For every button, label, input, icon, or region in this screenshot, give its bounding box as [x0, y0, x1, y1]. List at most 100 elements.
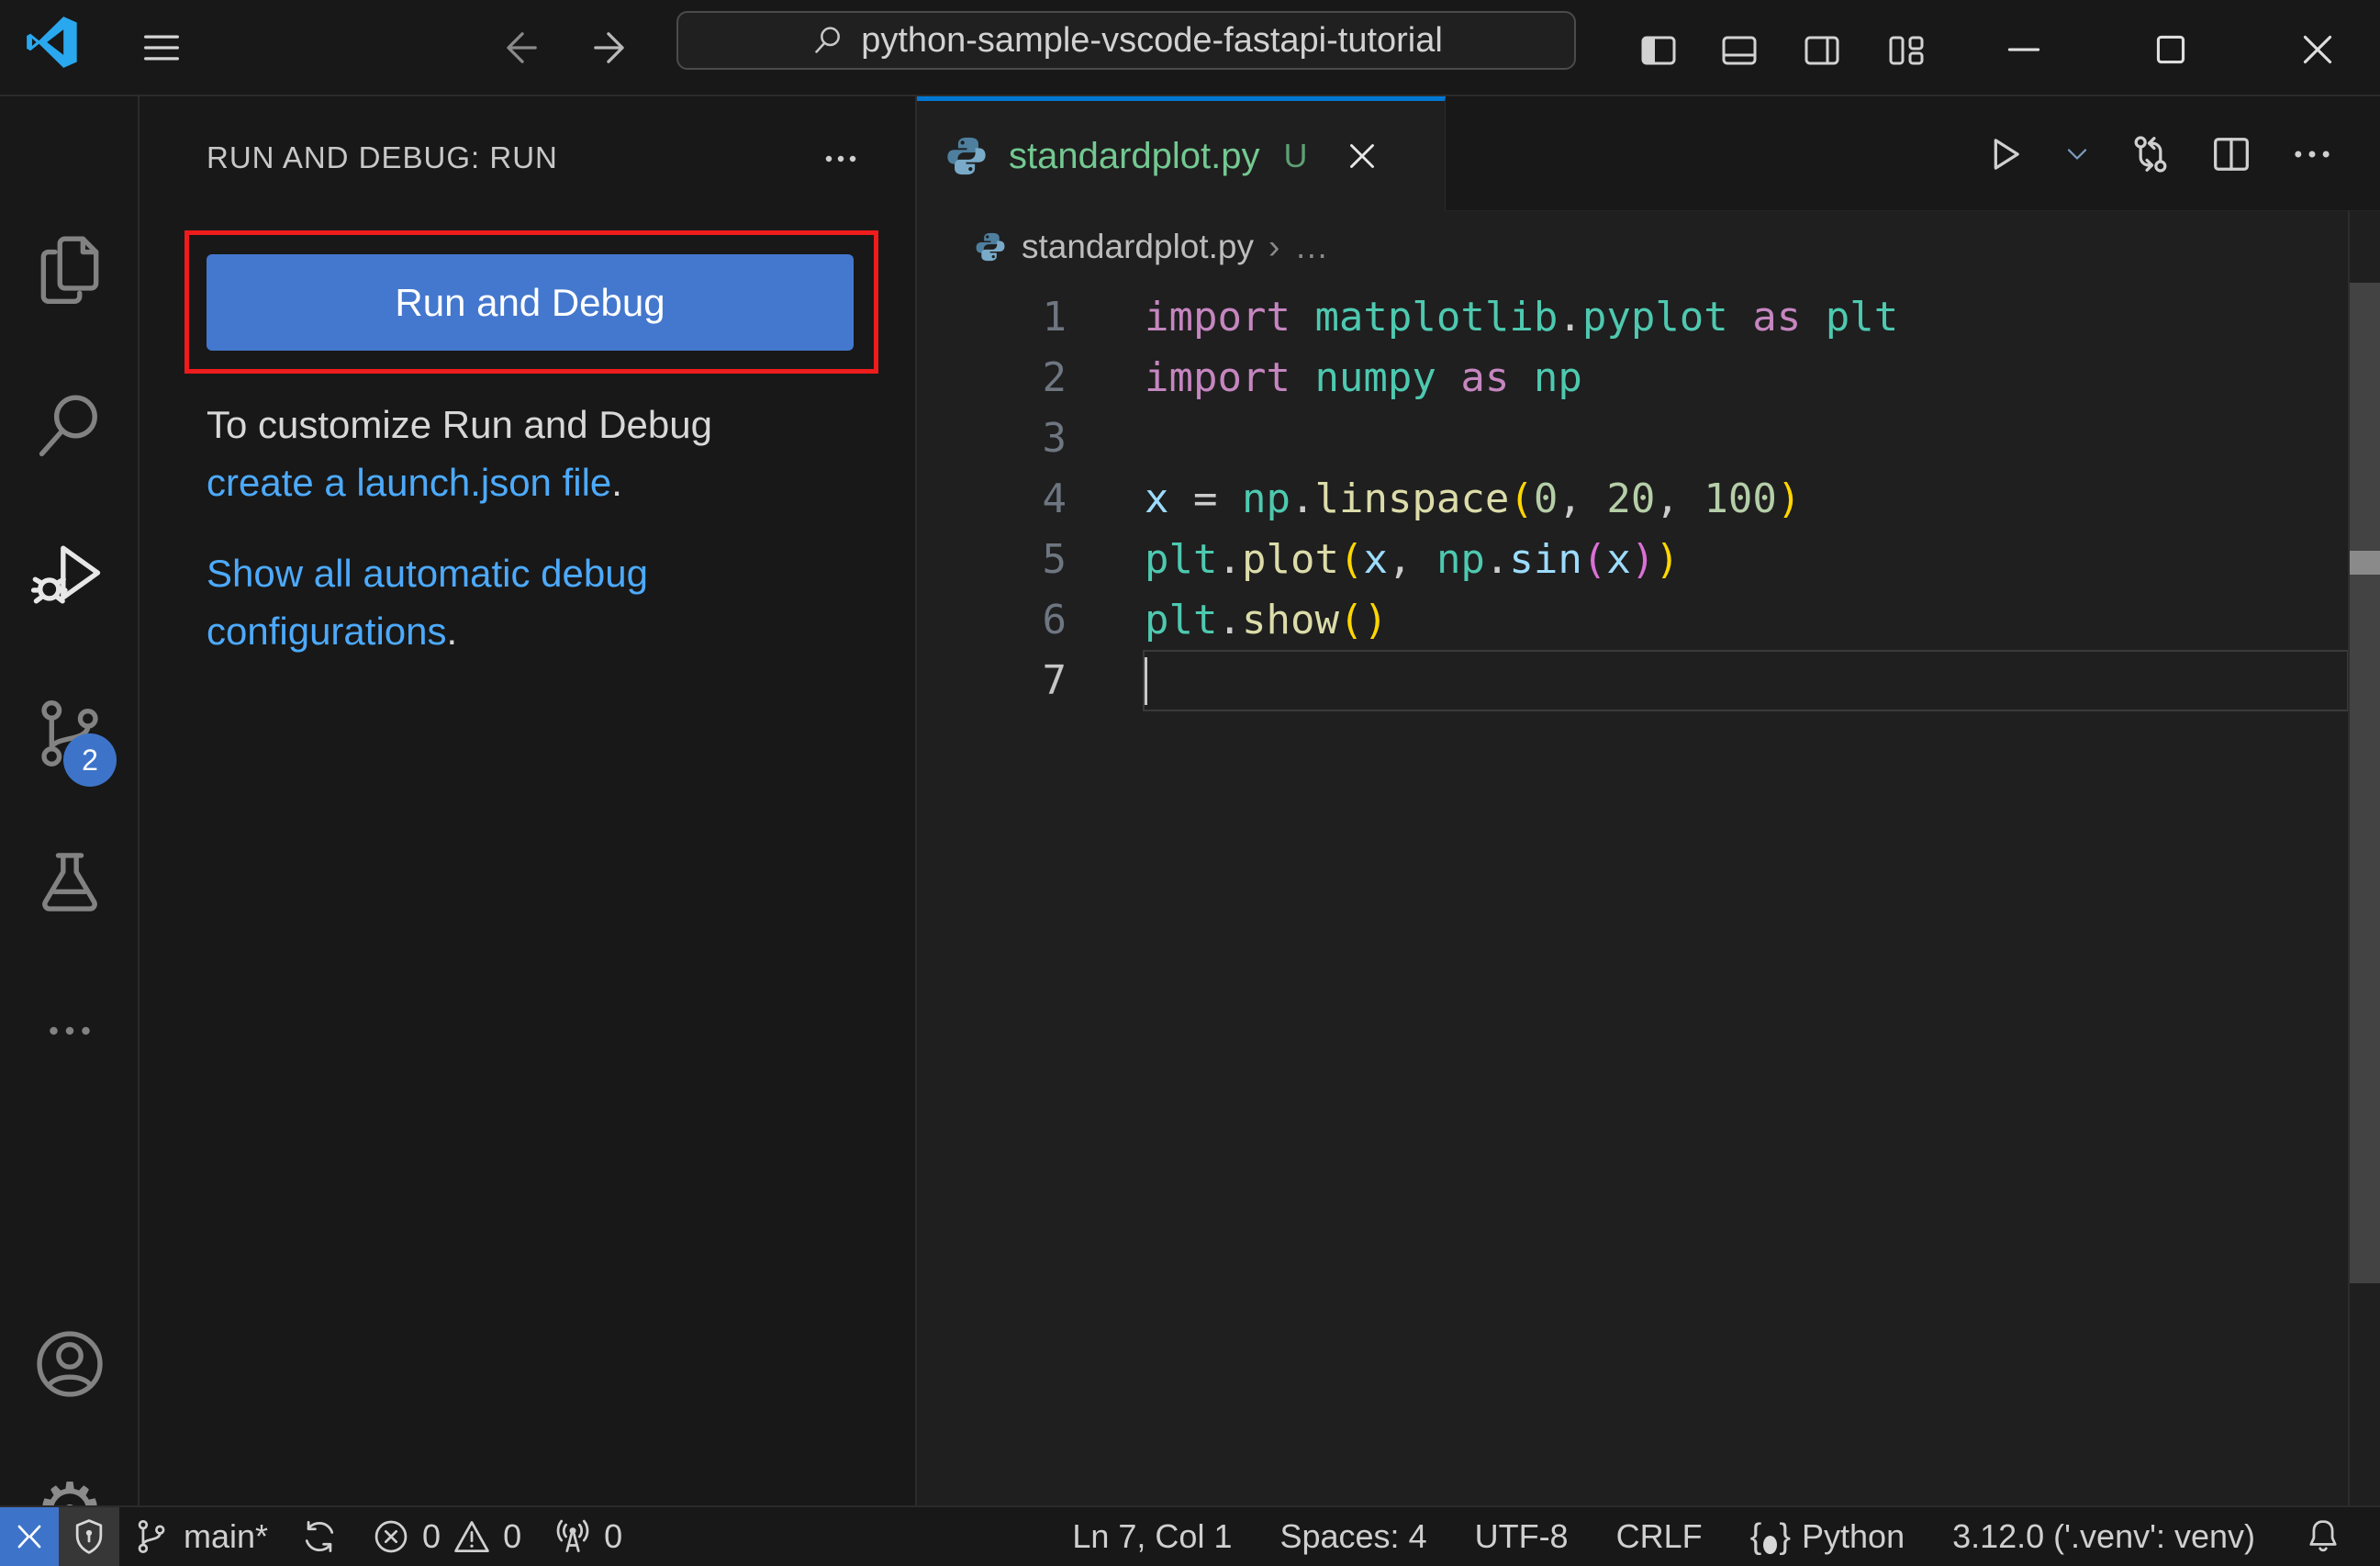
code-area[interactable]: 1 import matplotlib.pyplot as plt 2 import … [917, 286, 2380, 710]
breadcrumb-separator: › [1268, 228, 1280, 265]
sidebar-title: RUN AND DEBUG: RUN [207, 140, 558, 174]
line-number: 4 [1042, 475, 1067, 522]
tab-bar: standardplot.py U [917, 96, 2380, 211]
braces-icon: {} [1749, 1516, 1792, 1556]
python-file-icon [976, 232, 1005, 262]
more-views-icon[interactable] [30, 1003, 109, 1058]
show-configurations-text: Show all automatic debug configurations. [207, 552, 648, 653]
scrollbar-cursor-marker [2350, 551, 2380, 575]
line-number: 5 [1042, 535, 1067, 583]
line-number: 3 [1042, 414, 1067, 462]
breadcrumb[interactable]: standardplot.py › … [917, 212, 2380, 282]
source-control-badge: 2 [63, 733, 117, 787]
toggle-panel-icon[interactable] [1717, 28, 1761, 73]
back-arrow-icon[interactable] [497, 24, 545, 72]
code-line[interactable]: 5 plt.plot(x, np.sin(x)) [917, 529, 2380, 589]
customize-hint-text: To customize Run and Debug create a laun… [207, 403, 712, 504]
editor-more-actions-icon[interactable] [2288, 130, 2336, 178]
python-file-icon [947, 137, 986, 175]
search-view-icon[interactable] [30, 386, 109, 465]
shield-icon [75, 1519, 103, 1554]
run-dropdown-chevron-icon[interactable] [2061, 138, 2094, 171]
warning-icon [454, 1521, 489, 1552]
code-text: plt.show() [1145, 596, 1388, 643]
line-number: 7 [1042, 656, 1067, 704]
git-untracked-badge: U [1283, 137, 1308, 174]
editor-group: standardplot.py U standardplot.py › … 1 … [915, 96, 2380, 1505]
vscode-logo-icon [27, 17, 77, 68]
maximize-icon[interactable] [2148, 27, 2194, 73]
branch-indicator[interactable]: main* [132, 1516, 268, 1557]
status-bar: main* 0 0 0 Ln 7, Col 1 Spaces: 4 UTF-8 … [0, 1505, 2380, 1566]
breadcrumb-filename[interactable]: standardplot.py [1022, 228, 1254, 266]
testing-beaker-icon[interactable] [30, 847, 109, 926]
show-all-configurations-link[interactable]: Show all automatic debug configurations [207, 552, 648, 653]
python-interpreter[interactable]: 3.12.0 ('.venv': venv) [1952, 1517, 2255, 1556]
breadcrumb-more[interactable]: … [1294, 228, 1331, 266]
explorer-icon[interactable] [30, 232, 109, 311]
toggle-secondary-sidebar-icon[interactable] [1800, 28, 1844, 73]
vscode-window: python-sample-vscode-fastapi-tutorial 2 … [0, 0, 2380, 1566]
ports-indicator[interactable]: 0 [553, 1516, 622, 1557]
notifications-bell-icon[interactable] [2303, 1516, 2343, 1557]
code-line[interactable]: 3 [917, 408, 2380, 468]
create-launch-json-link[interactable]: create a launch.json file [207, 461, 611, 504]
search-value: python-sample-vscode-fastapi-tutorial [861, 20, 1443, 60]
remote-icon [17, 1525, 41, 1549]
editor-toolbar [1980, 96, 2380, 211]
encoding[interactable]: UTF-8 [1475, 1517, 1569, 1556]
indentation[interactable]: Spaces: 4 [1279, 1517, 1426, 1556]
problems-indicator[interactable]: 0 0 [371, 1516, 521, 1557]
git-branch-icon [138, 1519, 165, 1554]
radio-tower-icon [556, 1519, 589, 1552]
status-right: Ln 7, Col 1 Spaces: 4 UTF-8 CRLF {} Pyth… [1072, 1516, 2380, 1557]
run-python-file-icon[interactable] [1980, 130, 2028, 178]
account-icon[interactable] [30, 1325, 109, 1404]
code-line[interactable]: 2 import numpy as np [917, 347, 2380, 408]
eol-sequence[interactable]: CRLF [1616, 1517, 1703, 1556]
warning-count: 0 [503, 1517, 522, 1555]
run-and-debug-icon[interactable] [30, 533, 109, 612]
split-editor-icon[interactable] [2207, 130, 2255, 178]
tab-standardplot[interactable]: standardplot.py U [917, 96, 1446, 211]
code-text: x = np.linspace(0, 20, 100) [1145, 475, 1802, 522]
sync-icon [305, 1521, 334, 1552]
title-bar: python-sample-vscode-fastapi-tutorial [0, 0, 2380, 96]
close-icon[interactable] [2295, 27, 2341, 73]
code-line[interactable]: 1 import matplotlib.pyplot as plt [917, 286, 2380, 347]
run-and-debug-button[interactable]: Run and Debug [207, 254, 854, 351]
customize-layout-icon[interactable] [1884, 28, 1928, 73]
code-text: import matplotlib.pyplot as plt [1145, 293, 1899, 341]
code-line[interactable]: 4 x = np.linspace(0, 20, 100) [917, 468, 2380, 529]
workspace-trust-button[interactable] [59, 1507, 119, 1566]
minimize-icon[interactable] [2001, 27, 2047, 73]
views-more-actions-icon[interactable] [808, 135, 874, 183]
tab-close-icon[interactable] [1341, 135, 1383, 177]
tab-filename: standardplot.py [1009, 135, 1260, 176]
toggle-primary-sidebar-icon[interactable] [1637, 28, 1681, 73]
error-count: 0 [422, 1517, 441, 1555]
status-left: main* 0 0 0 [119, 1516, 622, 1557]
line-number: 1 [1042, 293, 1067, 341]
run-and-debug-sidebar: RUN AND DEBUG: RUN Run and Debug To cust… [140, 96, 915, 1505]
code-text: plt.plot(x, np.sin(x)) [1145, 535, 1680, 583]
activity-bar: 2 ⚙ BR [0, 96, 140, 1566]
code-line[interactable]: 7 [917, 650, 2380, 710]
branch-name: main* [184, 1517, 269, 1555]
code-text: import numpy as np [1145, 353, 1582, 401]
menu-icon[interactable] [135, 24, 188, 72]
editor-scrollbar[interactable] [2350, 283, 2380, 1283]
line-number: 6 [1042, 596, 1067, 643]
remote-indicator[interactable] [0, 1507, 59, 1566]
search-icon [815, 27, 841, 53]
forward-arrow-icon[interactable] [586, 24, 633, 72]
language-mode[interactable]: {} Python [1750, 1517, 1905, 1557]
open-changes-icon[interactable] [2127, 130, 2174, 178]
ports-count: 0 [604, 1517, 623, 1555]
code-line[interactable]: 6 plt.show() [917, 589, 2380, 650]
cursor-position[interactable]: Ln 7, Col 1 [1072, 1517, 1232, 1556]
command-center-search[interactable]: python-sample-vscode-fastapi-tutorial [676, 11, 1576, 70]
line-number: 2 [1042, 353, 1067, 401]
error-icon [374, 1520, 408, 1553]
sync-button[interactable] [299, 1516, 340, 1557]
